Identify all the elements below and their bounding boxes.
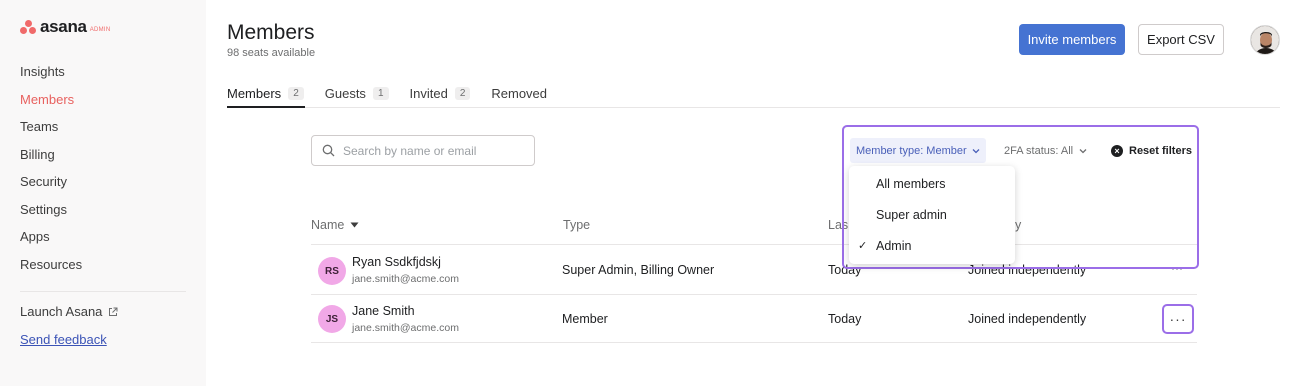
dropdown-option-label: Super admin	[876, 207, 947, 222]
launch-asana-link[interactable]: Launch Asana	[20, 304, 118, 319]
table-divider	[311, 244, 1197, 245]
dropdown-option-all-members[interactable]: All members	[849, 168, 1015, 199]
member-email: jane.smith@acme.com	[352, 322, 459, 334]
user-avatar-image	[1251, 26, 1279, 54]
member-name: Jane Smith	[352, 304, 415, 318]
send-feedback-link[interactable]: Send feedback	[20, 332, 107, 347]
sidebar-item-resources[interactable]: Resources	[20, 255, 82, 283]
search-box[interactable]	[311, 135, 535, 166]
reset-filters-button[interactable]: × Reset filters	[1111, 138, 1192, 163]
dropdown-option-admin[interactable]: ✓ Admin	[849, 230, 1015, 261]
export-csv-button[interactable]: Export CSV	[1138, 24, 1224, 55]
check-icon: ✓	[858, 240, 868, 252]
column-header-name-label: Name	[311, 218, 345, 232]
member-type-dropdown: All members Super admin ✓ Admin	[849, 166, 1015, 264]
sidebar-divider	[20, 291, 186, 292]
asana-logo[interactable]: asana ADMIN	[20, 17, 111, 37]
chevron-down-icon	[972, 148, 980, 153]
last-active: Today	[828, 263, 862, 277]
joined-status: Joined independently	[968, 263, 1087, 277]
sidebar-nav: Insights Members Teams Billing Security …	[20, 62, 82, 282]
tab-members[interactable]: Members 2	[227, 78, 304, 108]
tab-members-count: 2	[288, 86, 304, 100]
sidebar-item-billing[interactable]: Billing	[20, 145, 82, 173]
sidebar-item-settings[interactable]: Settings	[20, 200, 82, 228]
sidebar: asana ADMIN Insights Members Teams Billi…	[0, 0, 206, 386]
seats-available: 98 seats available	[227, 47, 316, 59]
tab-members-label: Members	[227, 85, 282, 101]
tab-guests-count: 1	[372, 86, 389, 100]
twofa-filter-label: 2FA status: All	[1004, 144, 1074, 157]
asana-logo-icon	[20, 20, 36, 34]
reset-filters-label: Reset filters	[1129, 144, 1192, 157]
more-options-icon[interactable]: ⋯	[1171, 262, 1183, 276]
more-options-icon: ···	[1169, 311, 1187, 327]
invite-members-button[interactable]: Invite members	[1019, 24, 1125, 55]
launch-asana-label: Launch Asana	[20, 304, 103, 319]
page-title: Members	[227, 21, 315, 44]
tab-removed[interactable]: Removed	[491, 78, 547, 108]
member-name: Ryan Ssdkfjdskj	[352, 255, 441, 269]
joined-status: Joined independently	[968, 312, 1087, 326]
member-type-filter[interactable]: Member type: Member	[850, 138, 986, 163]
search-input[interactable]	[343, 143, 523, 158]
dropdown-option-super-admin[interactable]: Super admin	[849, 199, 1015, 230]
avatar: RS	[318, 257, 346, 285]
column-header-name[interactable]: Name	[311, 218, 359, 232]
sort-down-icon	[350, 222, 359, 228]
tab-guests-label: Guests	[324, 85, 366, 101]
tab-invited[interactable]: Invited 2	[410, 78, 471, 108]
chevron-down-icon	[1079, 148, 1087, 153]
user-avatar[interactable]	[1250, 25, 1280, 55]
sidebar-item-apps[interactable]: Apps	[20, 227, 82, 255]
member-tabs: Members 2 Guests 1 Invited 2 Removed	[227, 78, 568, 108]
external-link-icon	[109, 307, 118, 316]
tab-guests[interactable]: Guests 1	[325, 78, 389, 108]
sidebar-item-teams[interactable]: Teams	[20, 117, 82, 145]
dropdown-option-label: All members	[876, 176, 946, 191]
active-tab-indicator	[227, 106, 305, 108]
sidebar-item-members[interactable]: Members	[20, 90, 82, 118]
sidebar-item-insights[interactable]: Insights	[20, 62, 82, 90]
more-options-button[interactable]: ···	[1162, 304, 1194, 334]
close-circle-icon: ×	[1111, 144, 1123, 157]
tabs-divider	[227, 107, 1280, 108]
table-divider	[311, 342, 1197, 343]
tab-removed-label: Removed	[491, 85, 548, 101]
column-header-last-active[interactable]: Las	[828, 218, 848, 232]
column-header-type[interactable]: Type	[563, 218, 590, 232]
member-type-filter-label: Member type: Member	[856, 144, 967, 157]
brand-name: asana	[40, 17, 87, 36]
sidebar-item-security[interactable]: Security	[20, 172, 82, 200]
dropdown-option-label: Admin	[876, 238, 912, 253]
search-icon	[322, 144, 335, 157]
member-email: jane.smith@acme.com	[352, 273, 459, 285]
tab-invited-label: Invited	[409, 85, 448, 101]
column-header-joined[interactable]: y	[1015, 218, 1021, 232]
member-type: Member	[562, 312, 608, 326]
table-row[interactable]: JS Jane Smith jane.smith@acme.com Member…	[311, 295, 1197, 343]
tab-invited-count: 2	[454, 86, 471, 100]
avatar: JS	[318, 305, 346, 333]
table-row[interactable]: RS Ryan Ssdkfjdskj jane.smith@acme.com S…	[311, 246, 1197, 294]
last-active: Today	[828, 312, 862, 326]
twofa-status-filter[interactable]: 2FA status: All	[1004, 138, 1087, 163]
member-type: Super Admin, Billing Owner	[562, 263, 715, 277]
brand-badge: ADMIN	[89, 26, 111, 33]
